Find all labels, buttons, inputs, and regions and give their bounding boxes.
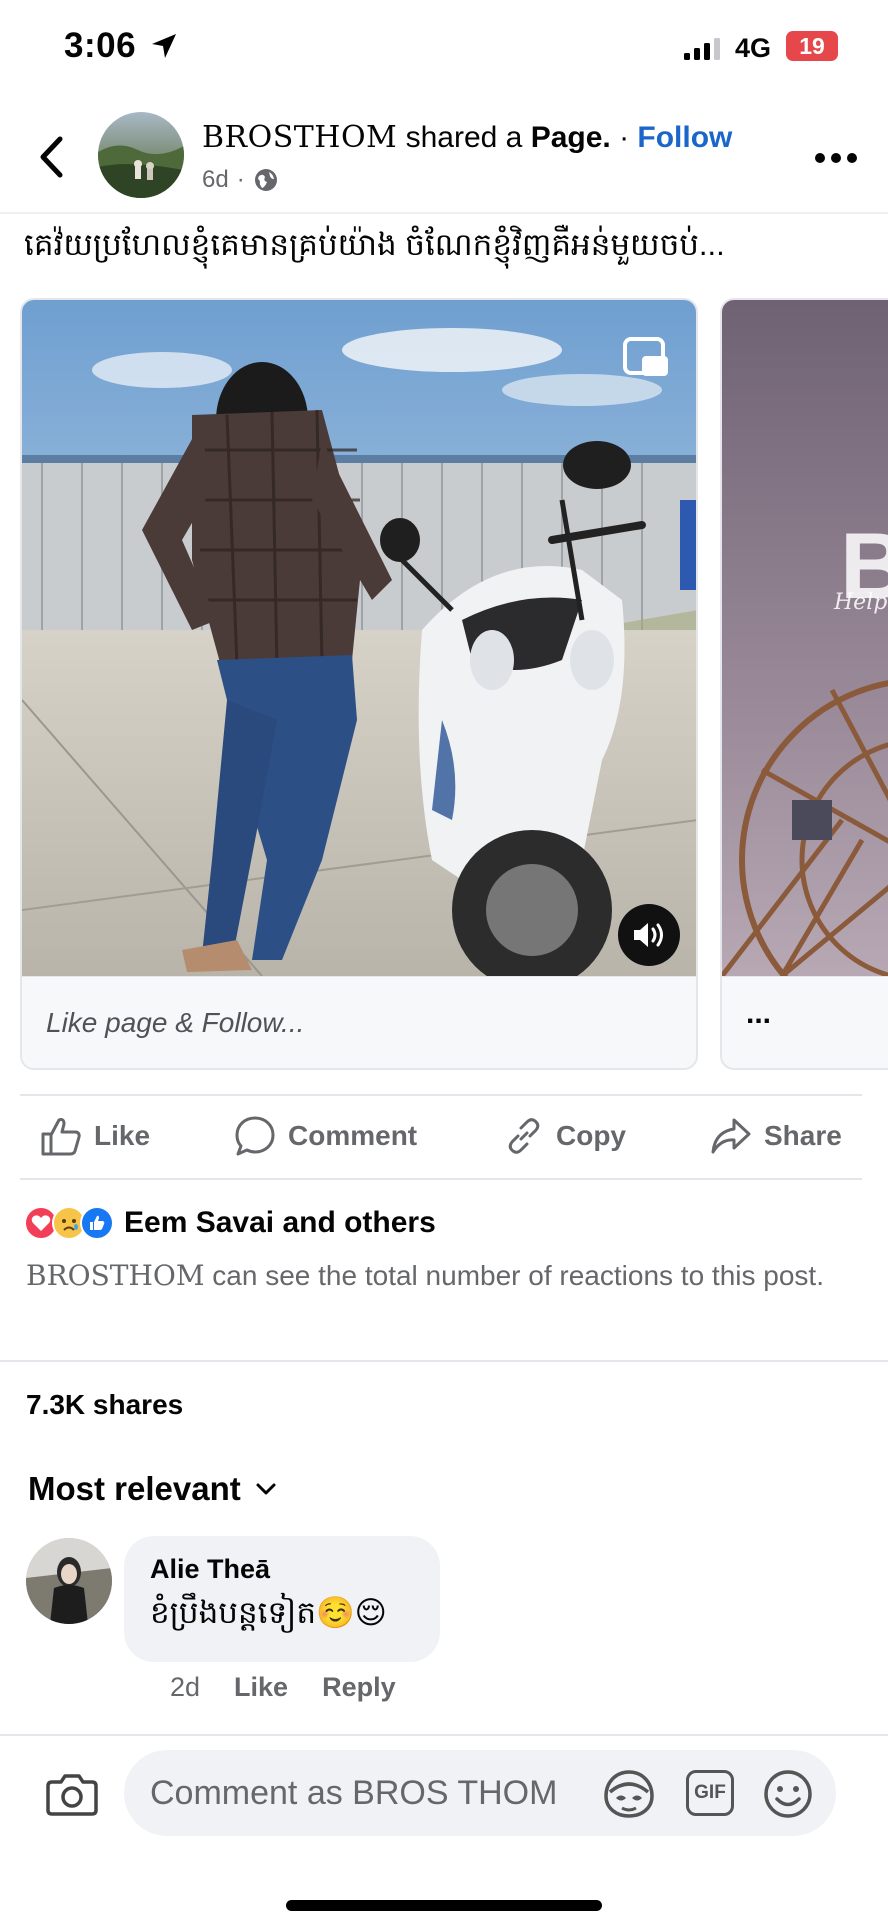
camera-icon[interactable] <box>46 1772 98 1816</box>
gif-button[interactable]: GIF <box>686 1770 734 1816</box>
card-footer-text: ... <box>746 997 772 1030</box>
chevron-left-icon <box>40 136 63 178</box>
post-actions: Like Comment Copy Share <box>0 1096 888 1176</box>
share-button-label: Share <box>764 1120 842 1151</box>
peek-subtitle: Help L <box>834 590 888 615</box>
comment-author[interactable]: Alie Theā <box>150 1554 270 1585</box>
video-thumbnail[interactable] <box>722 300 888 976</box>
shared-object-text: Page. <box>530 121 611 154</box>
carousel-card[interactable]: B Help L ... <box>720 298 888 1070</box>
post-title-line: BROSTHOM shared a Page. · Follow <box>202 120 732 155</box>
note-page-name: BROSTHOM <box>26 1259 205 1292</box>
page-avatar[interactable] <box>98 112 184 198</box>
like-reaction-icon <box>80 1206 114 1240</box>
sound-toggle-button[interactable] <box>618 904 680 966</box>
page-name-link[interactable]: BROSTHOM <box>202 120 397 155</box>
post-header: BROSTHOM shared a Page. · Follow 6d · <box>0 104 888 212</box>
comment-composer: Comment as BROS THOM GIF <box>0 1734 888 1920</box>
link-icon <box>508 1118 540 1154</box>
video-thumbnail[interactable] <box>22 300 698 976</box>
thumbs-up-icon <box>41 1118 81 1156</box>
carousel-card-footer[interactable]: ... <box>722 976 888 1068</box>
card-footer-text: Like page & Follow... <box>46 1007 305 1038</box>
comment-button-label: Comment <box>288 1120 418 1151</box>
status-time: 3:06 <box>64 26 137 65</box>
comment-bubble-icon <box>235 1116 275 1156</box>
carousel-card[interactable]: Like page & Follow... <box>20 298 698 1070</box>
globe-icon <box>254 169 277 191</box>
share-button[interactable]: Share <box>710 1096 842 1176</box>
carousel-card-footer[interactable]: Like page & Follow... <box>22 976 696 1068</box>
sort-label: Most relevant <box>28 1470 241 1507</box>
comment-bubble[interactable]: Alie Theā ខំប្រឹងបន្តទៀត☺️😌 <box>124 1536 440 1662</box>
gif-label: GIF <box>694 1782 726 1803</box>
home-indicator <box>286 1900 602 1911</box>
reactions-summary[interactable]: Eem Savai and others <box>24 1202 436 1244</box>
copy-button[interactable]: Copy <box>504 1096 626 1176</box>
note-text: can see the total number of reactions to… <box>204 1260 824 1291</box>
comment-meta: 2d Like Reply <box>170 1672 396 1703</box>
comment-input-placeholder: Comment as BROS THOM <box>150 1774 558 1812</box>
header-divider <box>0 212 888 214</box>
comment-like-button[interactable]: Like <box>234 1672 288 1703</box>
meta-dot: · <box>236 166 245 193</box>
post-caption: គេវ៉យប្រហែលខ្ញុំគេមានគ្រប់យ៉ាង ចំណែកខ្ញុ… <box>24 227 725 262</box>
picture-in-picture-icon[interactable] <box>622 336 670 378</box>
like-button[interactable]: Like <box>40 1096 150 1176</box>
follow-button[interactable]: Follow <box>637 121 732 154</box>
comment-input[interactable]: Comment as BROS THOM GIF <box>124 1750 836 1836</box>
avatar-sticker-icon[interactable] <box>602 1768 656 1820</box>
battery-indicator: 19 <box>786 31 838 61</box>
comment-time: 2d <box>170 1672 201 1702</box>
section-divider <box>0 1360 888 1362</box>
battery-level: 19 <box>799 32 825 59</box>
media-carousel[interactable]: Like page & Follow... B Help L <box>0 296 888 1072</box>
post-meta: 6d · <box>202 166 279 194</box>
shared-text: shared a <box>397 121 531 154</box>
post-time[interactable]: 6d <box>202 166 229 194</box>
comment-text: ខំប្រឹងបន្តទៀត☺️😌 <box>150 1595 387 1630</box>
chevron-down-icon <box>256 1483 276 1495</box>
reaction-visibility-note: BROSTHOM can see the total number of rea… <box>26 1254 826 1297</box>
location-arrow-icon <box>152 34 176 58</box>
title-separator: · <box>610 121 638 154</box>
signal-icon <box>684 38 720 60</box>
speaker-icon <box>634 923 663 947</box>
emoji-icon[interactable] <box>762 1768 814 1820</box>
actions-divider-bottom <box>20 1178 862 1180</box>
share-arrow-icon <box>711 1118 751 1154</box>
commenter-avatar[interactable] <box>26 1538 112 1624</box>
comment-reply-button[interactable]: Reply <box>322 1672 396 1703</box>
comment-button[interactable]: Comment <box>234 1096 417 1176</box>
reactions-text: Eem Savai and others <box>124 1206 436 1239</box>
like-button-label: Like <box>94 1120 151 1151</box>
copy-button-label: Copy <box>556 1120 626 1151</box>
more-options-icon[interactable] <box>812 148 860 168</box>
back-button[interactable] <box>28 128 74 186</box>
status-bar: 3:06 4G 19 <box>0 0 888 96</box>
network-type: 4G <box>735 33 772 63</box>
comment-sort-dropdown[interactable]: Most relevant <box>28 1470 277 1508</box>
shares-count[interactable]: 7.3K shares <box>26 1389 183 1421</box>
